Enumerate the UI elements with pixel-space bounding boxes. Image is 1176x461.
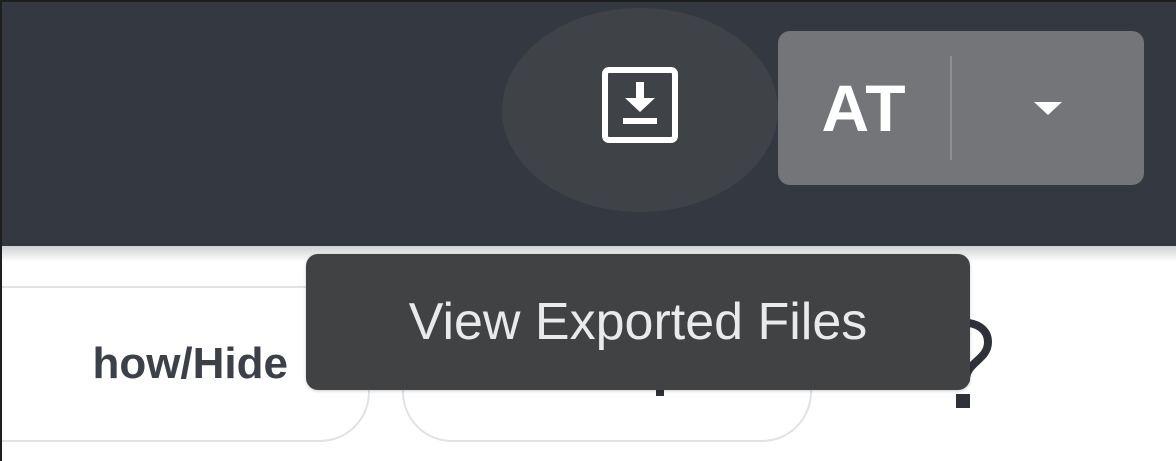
user-initials: AT: [821, 71, 907, 145]
download-icon: [601, 66, 679, 149]
tooltip-text: View Exported Files: [408, 293, 868, 351]
show-hide-label: how/Hide: [92, 339, 288, 388]
app-frame: AT how/Hide View Exported Files: [0, 0, 1176, 461]
caret-down-icon[interactable]: [952, 100, 1144, 116]
user-menu-button[interactable]: AT: [778, 31, 1144, 185]
view-exported-files-tooltip: View Exported Files: [306, 254, 970, 390]
view-exported-files-button[interactable]: [502, 8, 778, 212]
top-header: AT: [2, 2, 1176, 246]
